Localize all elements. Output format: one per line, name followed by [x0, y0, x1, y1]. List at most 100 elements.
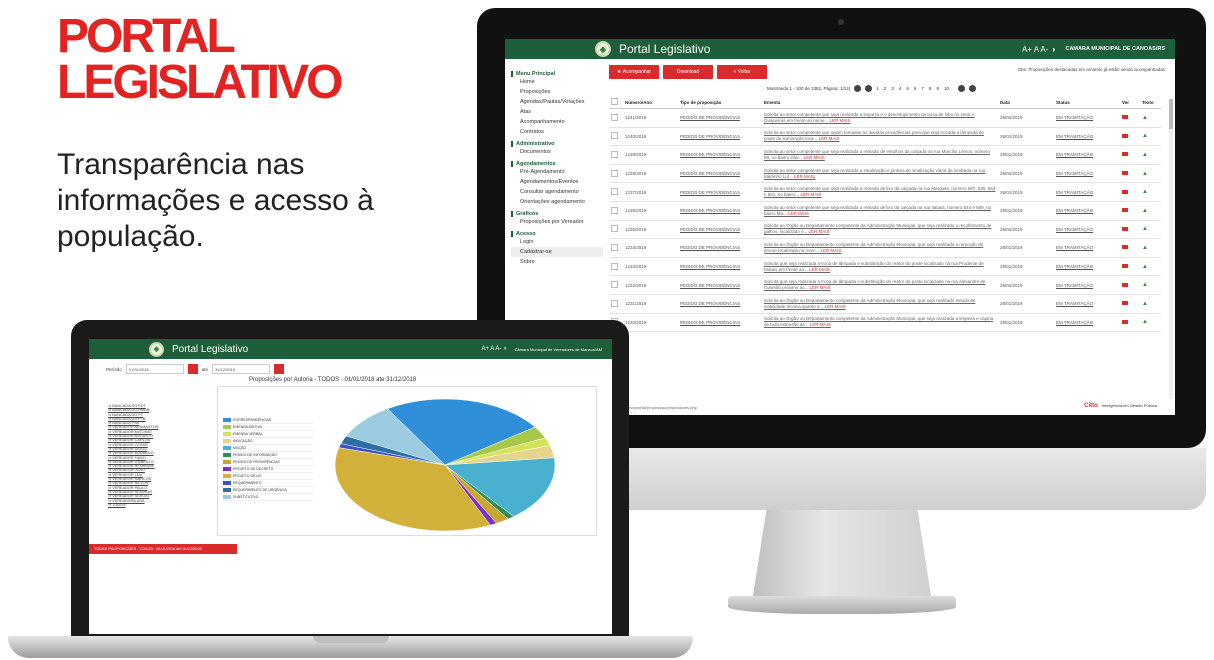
table-row[interactable]: 1235/2019 PEDIDO DE PROVIDÊNCIAS Solicit…: [609, 220, 1161, 240]
video-icon[interactable]: [1122, 264, 1128, 269]
sidebar-item[interactable]: Contratos: [511, 127, 603, 137]
document-icon[interactable]: ▲: [1142, 282, 1148, 288]
ler-mais-link[interactable]: LER MAIS: [801, 192, 822, 197]
video-icon[interactable]: [1122, 189, 1128, 194]
sidebar-item[interactable]: Consultar agendamento: [511, 187, 603, 197]
legend-entry[interactable]: PROJETO DE DECRETO: [223, 466, 313, 473]
sidebar-item[interactable]: Home: [511, 77, 603, 87]
table-row[interactable]: 1240/2019 PEDIDO DE PROVIDÊNCIAS Solicit…: [609, 127, 1161, 147]
row-tipo[interactable]: PEDIDO DE PROVIDÊNCIAS: [678, 294, 762, 314]
legend-entry[interactable]: PROJETO DE LEI: [223, 473, 313, 480]
period-to-input[interactable]: 31/12/2018: [212, 364, 271, 374]
row-checkbox[interactable]: [611, 206, 618, 214]
autoria-item[interactable]: ⇒ TODOS: [108, 503, 158, 507]
document-icon[interactable]: ▲: [1142, 245, 1148, 251]
prev-page-icon[interactable]: [865, 85, 873, 92]
ler-mais-link[interactable]: LER MAIS: [809, 267, 830, 272]
page-number[interactable]: 6: [914, 86, 917, 91]
col-status[interactable]: Status: [1054, 96, 1120, 109]
row-checkbox[interactable]: [611, 262, 618, 270]
row-tipo[interactable]: PEDIDO DE PROVIDÊNCIAS: [678, 275, 762, 295]
scrollbar[interactable]: [1169, 99, 1173, 399]
row-status[interactable]: EM TRAMITAÇÃO: [1054, 220, 1120, 240]
document-icon[interactable]: ▲: [1142, 208, 1148, 214]
row-status[interactable]: EM TRAMITAÇÃO: [1054, 127, 1120, 147]
ler-mais-link[interactable]: LER MAIS: [810, 322, 831, 327]
row-checkbox[interactable]: [611, 299, 618, 307]
video-icon[interactable]: [1122, 301, 1128, 306]
row-tipo[interactable]: PEDIDO DE PROVIDÊNCIAS: [678, 220, 762, 240]
row-tipo[interactable]: PEDIDO DE PROVIDÊNCIAS: [678, 182, 762, 202]
video-icon[interactable]: [1122, 115, 1128, 120]
period-from-input[interactable]: 01/01/2018: [125, 364, 184, 374]
sidebar-item[interactable]: Agendas/Pautas/Votações: [511, 97, 603, 107]
sidebar-item[interactable]: Acompanhamento: [511, 117, 603, 127]
legend-entry[interactable]: CORRESPONDÊNCIAS: [223, 417, 313, 424]
row-checkbox[interactable]: [611, 188, 618, 196]
row-checkbox[interactable]: [611, 113, 618, 121]
row-tipo[interactable]: PEDIDO DE PROVIDÊNCIAS: [678, 257, 762, 277]
font-size-tools[interactable]: A+ A A- ◑: [1022, 45, 1056, 54]
page-number[interactable]: 4: [899, 86, 902, 91]
document-icon[interactable]: ▲: [1142, 152, 1148, 158]
row-tipo[interactable]: PEDIDO DE PROVIDÊNCIAS: [678, 108, 762, 128]
document-icon[interactable]: ▲: [1142, 226, 1148, 232]
row-checkbox[interactable]: [611, 243, 618, 251]
row-tipo[interactable]: PEDIDO DE PROVIDÊNCIAS: [678, 313, 762, 333]
ler-mais-link[interactable]: LER MAIS: [804, 155, 825, 160]
document-icon[interactable]: ▲: [1142, 319, 1148, 325]
table-row[interactable]: 1236/2019 PEDIDO DE PROVIDÊNCIAS Solicit…: [609, 201, 1161, 221]
select-all-checkbox[interactable]: [611, 98, 618, 105]
row-status[interactable]: EM TRAMITAÇÃO: [1054, 182, 1120, 202]
sidebar-item[interactable]: Pré-Agendamento: [511, 167, 603, 177]
ler-mais-link[interactable]: LER MAIS: [819, 136, 840, 141]
row-tipo[interactable]: PEDIDO DE PROVIDÊNCIAS: [678, 201, 762, 221]
document-icon[interactable]: ▲: [1142, 171, 1148, 177]
col-numero[interactable]: Número/Ano: [623, 96, 678, 109]
font-size-tools[interactable]: A+ A A- ◑: [481, 346, 506, 352]
video-icon[interactable]: [1122, 171, 1128, 176]
legend-entry[interactable]: INDICAÇÃO: [223, 438, 313, 445]
table-row[interactable]: 1234/2019 PEDIDO DE PROVIDÊNCIAS Solicit…: [609, 238, 1161, 258]
sidebar-item[interactable]: Documentos: [511, 147, 603, 157]
table-row[interactable]: 1231/2019 PEDIDO DE PROVIDÊNCIAS Solicit…: [609, 294, 1161, 314]
sidebar-item[interactable]: Agendamentos/Eventos: [511, 177, 603, 187]
ler-mais-link[interactable]: LER MAIS: [830, 118, 851, 123]
row-checkbox[interactable]: [611, 150, 618, 158]
document-icon[interactable]: ▲: [1142, 189, 1148, 195]
legend-entry[interactable]: PEDIDO DE PROVIDÊNCIAS: [223, 459, 313, 466]
status-bar[interactable]: TODAS PROPOSIÇÕES - TODOS - 01/01/2018 a…: [89, 544, 237, 554]
col-tipo[interactable]: Tipo de proposição: [678, 96, 762, 109]
document-icon[interactable]: ▲: [1142, 133, 1148, 139]
video-icon[interactable]: [1122, 245, 1128, 250]
legend-entry[interactable]: PEDIDO DE INFORMAÇÃO: [223, 452, 313, 459]
page-number[interactable]: 8: [929, 86, 932, 91]
video-icon[interactable]: [1122, 152, 1128, 157]
video-icon[interactable]: [1122, 226, 1128, 231]
table-row[interactable]: 1237/2019 PEDIDO DE PROVIDÊNCIAS Solicit…: [609, 182, 1161, 202]
legend-entry[interactable]: REQUERIMENTO: [223, 480, 313, 487]
document-icon[interactable]: ▲: [1142, 115, 1148, 121]
page-number[interactable]: 1: [876, 86, 879, 91]
sidebar-item[interactable]: Cadastrar-se: [511, 247, 603, 257]
page-number[interactable]: 9: [936, 86, 939, 91]
row-tipo[interactable]: PEDIDO DE PROVIDÊNCIAS: [678, 164, 762, 184]
row-tipo[interactable]: PEDIDO DE PROVIDÊNCIAS: [678, 127, 762, 147]
table-row[interactable]: 1232/2019 PEDIDO DE PROVIDÊNCIAS Solicit…: [609, 275, 1161, 295]
sidebar-item[interactable]: Sobre: [511, 257, 603, 267]
ler-mais-link[interactable]: LER MAIS: [825, 304, 846, 309]
legend-entry[interactable]: EMENDA ADITIVA: [223, 424, 313, 431]
legend-entry[interactable]: REQUERIMENTO DE URGÊNCIA: [223, 487, 313, 494]
page-number[interactable]: 10: [944, 86, 949, 91]
last-page-icon[interactable]: [968, 85, 976, 92]
legend-entry[interactable]: EMENDA VERBAL: [223, 431, 313, 438]
col-data[interactable]: Data: [998, 96, 1054, 109]
row-status[interactable]: EM TRAMITAÇÃO: [1054, 238, 1120, 258]
row-status[interactable]: EM TRAMITAÇÃO: [1054, 145, 1120, 165]
table-row[interactable]: 1233/2019 PEDIDO DE PROVIDÊNCIAS Solicit…: [609, 257, 1161, 277]
video-icon[interactable]: [1122, 133, 1128, 138]
row-status[interactable]: EM TRAMITAÇÃO: [1054, 257, 1120, 277]
row-status[interactable]: EM TRAMITAÇÃO: [1054, 201, 1120, 221]
ler-mais-link[interactable]: LER MAIS: [820, 248, 841, 253]
table-row[interactable]: 1241/2019 PEDIDO DE PROVIDÊNCIAS Solicit…: [609, 108, 1161, 128]
